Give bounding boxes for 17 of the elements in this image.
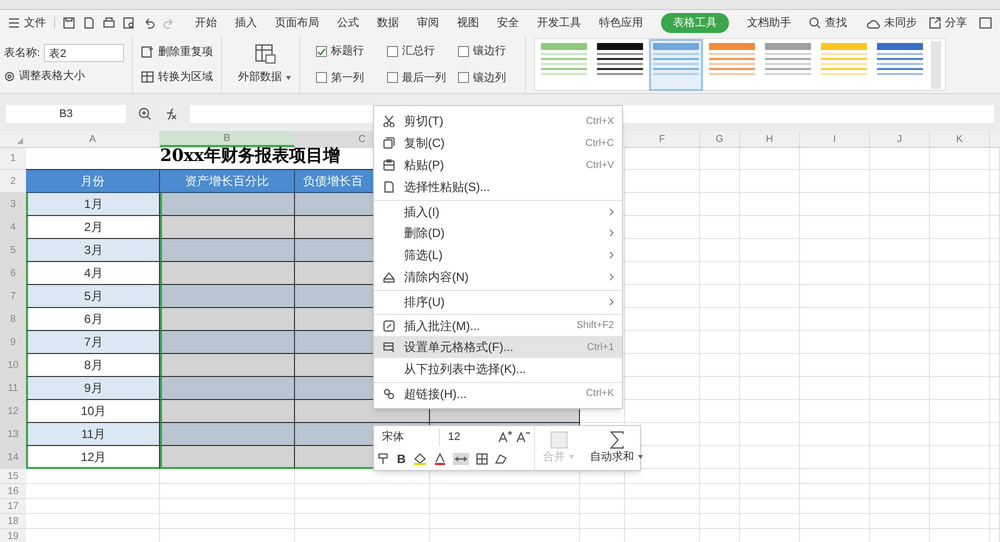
month-cell: 3月 bbox=[26, 239, 160, 262]
month-cell: 2月 bbox=[26, 216, 160, 239]
month-cell: 8月 bbox=[26, 354, 160, 377]
table-title: 20xx年财务报表项目增 bbox=[160, 144, 340, 168]
month-cell: 4月 bbox=[26, 262, 160, 285]
table-name-label: 表名称: bbox=[4, 46, 40, 61]
merge-button: 合并 bbox=[535, 426, 582, 470]
header-cell: 资产增长百分比 bbox=[160, 170, 295, 193]
month-cell: 10月 bbox=[26, 400, 160, 423]
month-cell: 5月 bbox=[26, 285, 160, 308]
month-cell: 12月 bbox=[26, 446, 160, 469]
month-cell: 1月 bbox=[26, 193, 160, 216]
month-cell: 9月 bbox=[26, 377, 160, 400]
month-cell: 6月 bbox=[26, 308, 160, 331]
header-cell: 月份 bbox=[26, 170, 160, 193]
month-cell: 7月 bbox=[26, 331, 160, 354]
month-cell: 11月 bbox=[26, 423, 160, 446]
